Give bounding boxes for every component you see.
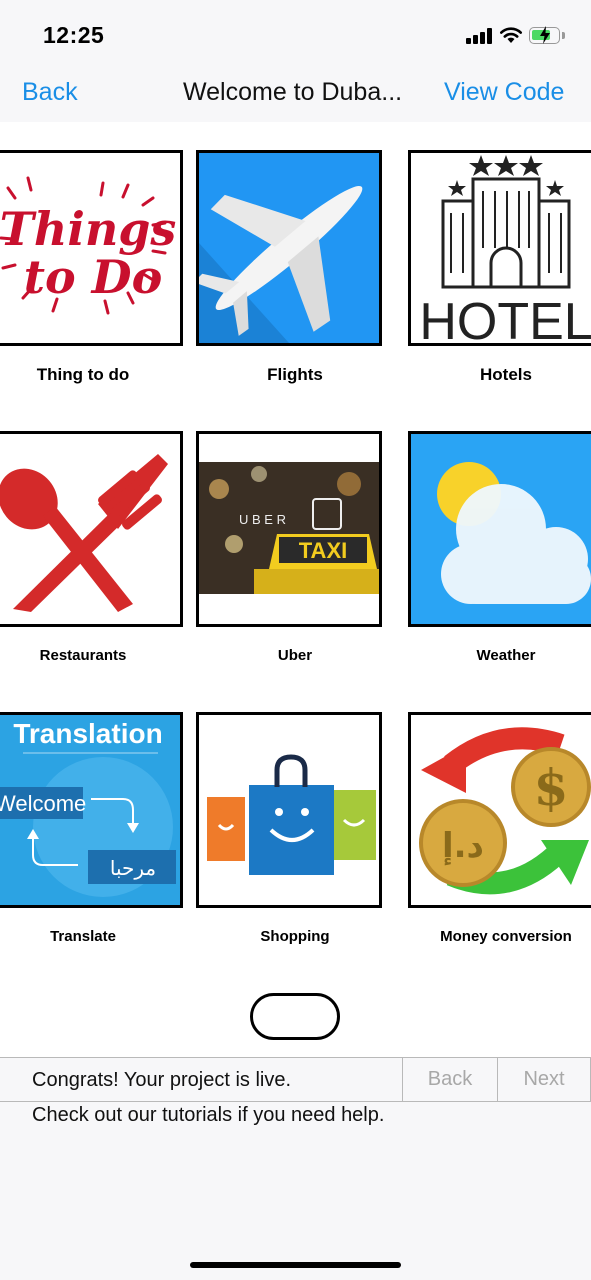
tile-label-translate: Translate <box>50 928 116 945</box>
translate-tile[interactable]: Translation Welcome مرحبا <box>0 712 183 908</box>
page-title: Welcome to Duba... <box>183 78 403 106</box>
flights-tile[interactable] <box>196 150 382 346</box>
navigation-bar: Back Welcome to Duba... View Code <box>0 66 591 122</box>
hotel-image: HOTEL <box>411 153 591 343</box>
help-text: Check out our tutorials if you need help… <box>32 1104 385 1126</box>
tile-label-hotels: Hotels <box>480 365 532 384</box>
home-indicator[interactable] <box>190 1262 401 1268</box>
tile-label-flights: Flights <box>267 365 323 384</box>
shopping-bags-image <box>199 715 379 905</box>
tile-label-money-conversion: Money conversion <box>440 928 572 945</box>
things-to-do-tile[interactable]: Things to Do <box>0 150 183 346</box>
things-to-do-image-line2: to Do <box>24 250 163 304</box>
uber-text: U B E R <box>239 512 286 527</box>
tutorial-next-button[interactable]: Next <box>497 1058 591 1101</box>
weather-tile[interactable] <box>408 431 591 627</box>
battery-cap <box>562 32 565 39</box>
hotels-tile[interactable]: HOTEL <box>408 150 591 346</box>
battery-charging-icon <box>529 26 560 44</box>
status-time: 12:25 <box>43 22 105 48</box>
shopping-tile[interactable] <box>196 712 382 908</box>
weather-image <box>411 434 591 624</box>
taxi-text: TAXI <box>299 538 347 563</box>
tile-label-uber: Uber <box>277 647 313 664</box>
marhaba-text: مرحبا <box>110 856 156 880</box>
restaurants-tile[interactable] <box>0 431 183 627</box>
tile-label-weather: Weather <box>476 647 536 664</box>
airplane-image <box>199 153 379 343</box>
status-bar: 12:25 <box>0 0 591 70</box>
things-to-do-image: Things to Do <box>0 153 180 343</box>
dollar-coin-text: $ <box>534 758 569 817</box>
nav-back-button[interactable]: Back <box>22 78 78 107</box>
uber-taxi-image: U B E R TAXI <box>199 434 379 624</box>
money-conversion-image: $ د.إ <box>411 715 591 905</box>
tile-label-restaurants: Restaurants <box>39 647 127 664</box>
signal-icon <box>466 28 492 44</box>
fork-spoon-image <box>0 434 180 624</box>
dirham-coin-text: د.إ <box>442 826 484 866</box>
welcome-text: Welcome <box>0 791 86 816</box>
tutorial-back-button[interactable]: Back <box>402 1058 497 1101</box>
tile-label-things-to-do: Thing to do <box>36 365 130 384</box>
uber-tile[interactable]: U B E R TAXI <box>196 431 382 627</box>
translation-title: Translation <box>13 718 162 749</box>
tutorial-bar: Congrats! Your project is live. Back Nex… <box>0 1057 591 1102</box>
translation-image: Translation Welcome مرحبا <box>0 715 180 905</box>
hotel-image-text: HOTEL <box>419 293 591 343</box>
things-to-do-image-line1: Things <box>0 202 176 256</box>
home-pill-button[interactable] <box>250 993 340 1040</box>
tile-label-shopping: Shopping <box>260 928 330 945</box>
money-conversion-tile[interactable]: $ د.إ <box>408 712 591 908</box>
category-grid: Things to Do Thing to do Flights HOTEL H… <box>0 122 591 1057</box>
congrats-message: Congrats! Your project is live. <box>32 1069 292 1091</box>
wifi-icon <box>500 27 522 43</box>
view-code-button[interactable]: View Code <box>444 78 564 107</box>
